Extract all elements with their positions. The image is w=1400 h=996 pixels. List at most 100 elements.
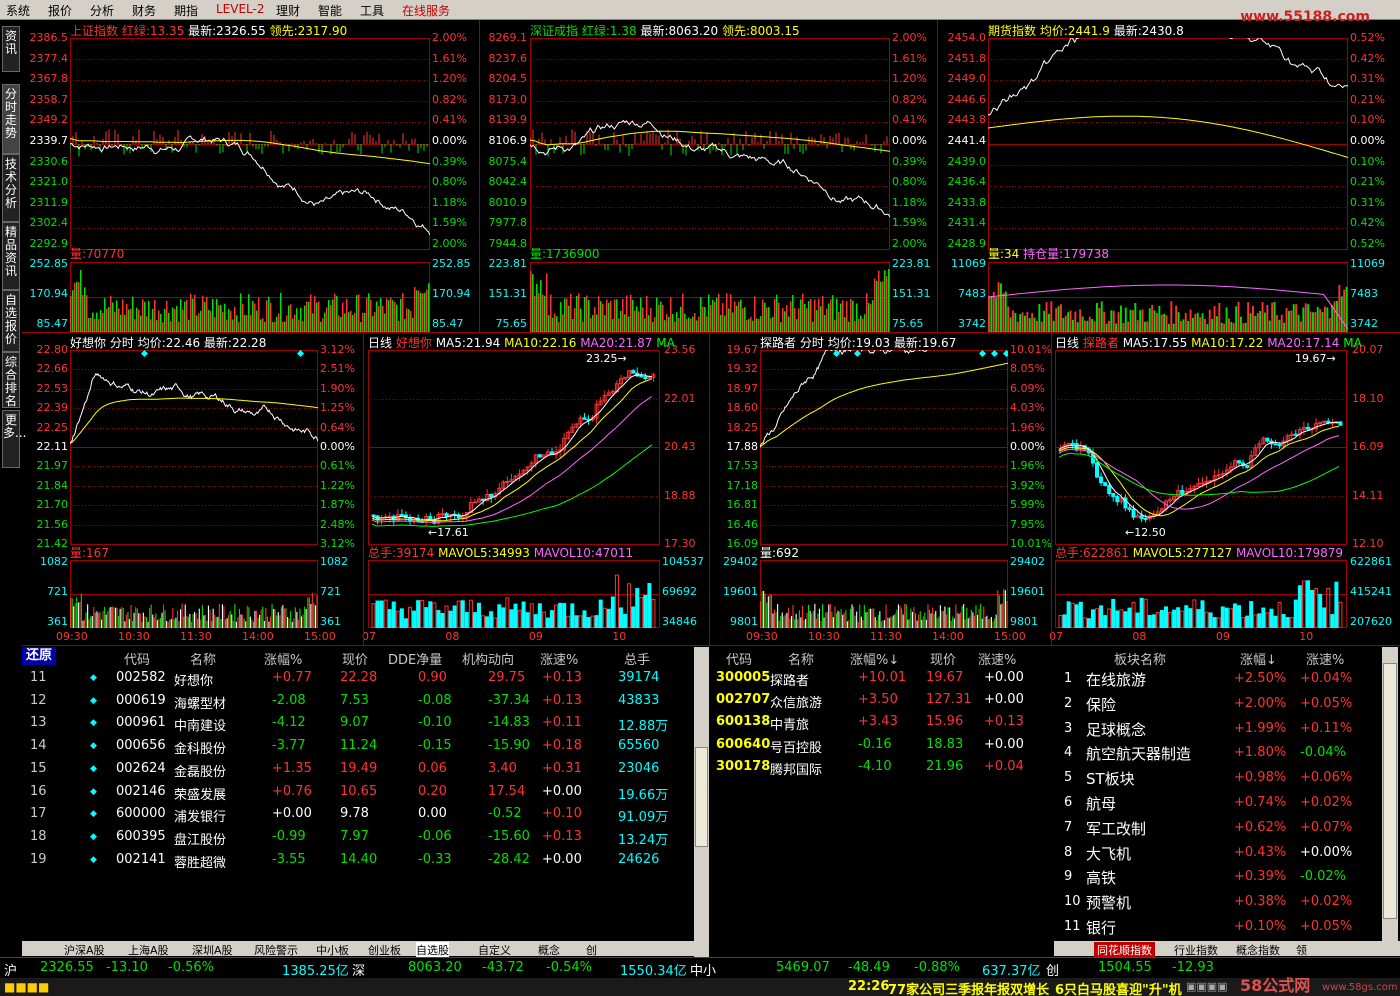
list-item[interactable]: 6 航母 +0.74% +0.02% — [1054, 792, 1382, 814]
stock1-intraday-chart[interactable] — [70, 350, 318, 545]
ranking-header-cell[interactable]: 现价 — [930, 649, 956, 668]
sector-header-cell[interactable]: 板块名称 — [1114, 649, 1166, 668]
table-row[interactable]: 14 ◆ 000656 金科股份 -3.77 11.24 -0.15 -15.90 +0.18 6… — [22, 735, 694, 757]
stock1-daily-volume-chart[interactable] — [368, 560, 660, 628]
list-item[interactable]: 8 大飞机 +0.43% +0.00% — [1054, 842, 1382, 864]
list-item[interactable]: 2 保险 +2.00% +0.05% — [1054, 693, 1382, 715]
list-item[interactable]: 11 银行 +0.10% +0.05% — [1054, 916, 1382, 938]
watchlist-header-cell[interactable]: 涨幅% — [264, 649, 302, 668]
table-row[interactable]: 300178 腾邦国际 -4.10 21.96 +0.04 — [710, 756, 1052, 778]
menu-futures[interactable]: 期指 — [174, 2, 198, 19]
watchlist-header-cell[interactable]: DDE净量 — [388, 649, 442, 668]
table-row[interactable]: 15 ◆ 002624 金磊股份 +1.35 19.49 0.06 3.40 +0.31 2304… — [22, 758, 694, 780]
table-row[interactable]: 13 ◆ 000961 中南建设 -4.12 9.07 -0.10 -14.83 +0.11 12… — [22, 712, 694, 734]
vtab-ranking[interactable]: 综合排名 — [2, 352, 20, 408]
watchlist-header-cell[interactable]: 总手 — [624, 649, 650, 668]
table-row[interactable]: 002707 众信旅游 +3.50 127.31 +0.00 — [710, 689, 1052, 711]
menu-smart[interactable]: 智能 — [318, 2, 342, 19]
sheet-tab-concept[interactable]: 概念 — [538, 942, 560, 958]
watchlist-header-cell[interactable]: 涨速% — [540, 649, 578, 668]
status-sme-label[interactable]: 中小 — [690, 960, 716, 979]
ticker-tool-icons[interactable]: ▣▣▣▣ — [1186, 980, 1228, 993]
list-item[interactable]: 10 预警机 +0.38% +0.02% — [1054, 891, 1382, 913]
volume-bar — [980, 603, 982, 628]
table-row[interactable]: 600640 号百控股 -0.16 18.83 +0.00 — [710, 734, 1052, 756]
menu-finance[interactable]: 财务 — [132, 2, 156, 19]
ranking-header-cell[interactable]: 代码 — [726, 649, 752, 668]
sheet-tab-custom[interactable]: 自定义 — [478, 942, 511, 958]
stock1-candlestick-chart[interactable]: ←17.61 23.25→ — [368, 350, 660, 545]
last-price: 11.24 — [340, 738, 378, 754]
watchlist-header-cell[interactable]: 现价 — [342, 649, 368, 668]
list-item[interactable]: 9 高铁 +0.39% -0.02% — [1054, 866, 1382, 888]
status-sz-label[interactable]: 深 — [352, 960, 365, 979]
sector-tab-lead[interactable]: 领 — [1296, 942, 1307, 958]
ticker-news-2[interactable]: 6只白马股喜迎"升"机 — [1055, 979, 1182, 996]
table-row[interactable]: 600138 中青旅 +3.43 15.96 +0.13 — [710, 711, 1052, 733]
futures-index-volume-chart[interactable] — [988, 262, 1348, 332]
menu-system[interactable]: 系统 — [6, 2, 30, 19]
vtab-premium-news[interactable]: 精品资讯 — [2, 222, 20, 290]
sector-scrollbar[interactable] — [1382, 647, 1398, 941]
ticker-icons[interactable]: ■■■■ — [4, 980, 49, 994]
sector-tab-ths[interactable]: 同花顺指数 — [1094, 942, 1155, 958]
ticker-news-1[interactable]: 77家公司三季报年报双增长 — [888, 979, 1049, 996]
table-row[interactable]: 12 ◆ 000619 海螺型材 -2.08 7.53 -0.08 -37.34 +0.13 43… — [22, 690, 694, 712]
sector-tab-industry[interactable]: 行业指数 — [1174, 942, 1218, 958]
sh-index-volume-chart[interactable] — [70, 262, 430, 332]
stock2-intraday-chart[interactable] — [760, 350, 1008, 545]
menu-level2[interactable]: LEVEL-2 — [216, 2, 265, 16]
watchlist-header-cell[interactable]: 名称 — [190, 649, 216, 668]
volume-bar — [662, 304, 664, 332]
list-item[interactable]: 5 ST板块 +0.98% +0.06% — [1054, 767, 1382, 789]
watchlist-scroll-thumb[interactable] — [695, 747, 708, 847]
menu-quote[interactable]: 报价 — [48, 2, 72, 19]
menu-tools[interactable]: 工具 — [360, 2, 384, 19]
volume-bar — [692, 316, 694, 332]
pct-axis-tick: 1.90% — [320, 381, 355, 395]
table-row[interactable]: 18 ◆ 600395 盘江股份 -0.99 7.97 -0.06 -15.60 +0.13 13… — [22, 826, 694, 848]
ranking-header-cell[interactable]: 涨速% — [978, 649, 1016, 668]
sheet-tab-hs-a[interactable]: 沪深A股 — [64, 942, 105, 958]
sz-index-price-chart[interactable] — [530, 38, 890, 250]
sh-index-price-chart[interactable] — [70, 38, 430, 250]
list-item[interactable]: 1 在线旅游 +2.50% +0.04% — [1054, 668, 1382, 690]
sheet-tab-gem[interactable]: 创业板 — [368, 942, 401, 958]
table-row[interactable]: 17 ◆ 600000 浦发银行 +0.00 9.78 0.00 -0.52 +0.10 91.0… — [22, 803, 694, 825]
list-item[interactable]: 7 军工改制 +0.62% +0.07% — [1054, 817, 1382, 839]
stock2-volume-chart[interactable] — [760, 560, 1008, 628]
sheet-tab-watchlist[interactable]: 自选股 — [416, 942, 449, 958]
status-sh-label[interactable]: 沪 — [4, 960, 17, 979]
menu-online-service[interactable]: 在线服务 — [402, 2, 450, 19]
watchlist-header-cell[interactable]: 代码 — [124, 649, 150, 668]
menu-wealth[interactable]: 理财 — [276, 2, 300, 19]
stock2-daily-volume-chart[interactable] — [1055, 560, 1347, 628]
table-row[interactable]: 11 ◆ 002582 好想你 +0.77 22.28 0.90 29.75 +0.13 3917… — [22, 667, 694, 689]
stock1-volume-chart[interactable] — [70, 560, 318, 628]
volume-bar — [1001, 603, 1003, 628]
list-item[interactable]: 3 足球概念 +1.99% +0.11% — [1054, 718, 1382, 740]
watchlist-header-cell[interactable]: 机构动向 — [462, 649, 514, 668]
sector-scroll-thumb[interactable] — [1383, 663, 1397, 919]
futures-index-price-chart[interactable] — [988, 38, 1348, 250]
sheet-tab-sz-a[interactable]: 深圳A股 — [192, 942, 233, 958]
watchlist-scrollbar[interactable] — [694, 647, 709, 957]
sz-index-volume-chart[interactable] — [530, 262, 890, 332]
sector-header-cell[interactable]: 涨速% — [1306, 649, 1344, 668]
sheet-tab-sh-a[interactable]: 上海A股 — [128, 942, 169, 958]
sheet-tab-risk[interactable]: 风险警示 — [254, 942, 298, 958]
stock2-candlestick-chart[interactable]: ←12.50 19.67→ — [1055, 350, 1347, 545]
sheet-tab-more[interactable]: 创 — [586, 942, 597, 958]
ranking-header-cell[interactable]: 名称 — [788, 649, 814, 668]
list-item[interactable]: 4 航空航天器制造 +1.80% -0.04% — [1054, 742, 1382, 764]
table-row[interactable]: 16 ◆ 002146 荣盛发展 +0.76 10.65 0.20 17.54 +0.00 19.… — [22, 781, 694, 803]
sheet-tab-sme[interactable]: 中小板 — [316, 942, 349, 958]
sector-tab-concept[interactable]: 概念指数 — [1236, 942, 1280, 958]
ranking-header-cell[interactable]: 涨幅%↓ — [850, 649, 899, 668]
table-row[interactable]: 300005 探路者 +10.01 19.67 +0.00 — [710, 667, 1052, 689]
status-gem-label[interactable]: 创 — [1046, 960, 1059, 979]
restore-button[interactable]: 还原 — [22, 647, 56, 665]
sector-header-cell[interactable]: 涨幅↓ — [1240, 649, 1277, 668]
table-row[interactable]: 19 ◆ 002141 蓉胜超微 -3.55 14.40 -0.33 -28.42 +0.00 2… — [22, 849, 694, 871]
menu-analysis[interactable]: 分析 — [90, 2, 114, 19]
